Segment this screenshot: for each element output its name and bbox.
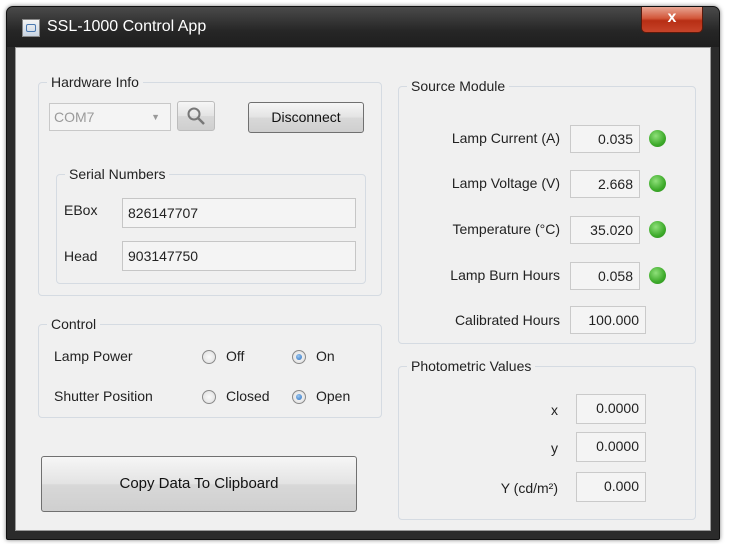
lamp-burn-hours-label: Lamp Burn Hours (450, 267, 560, 283)
chromaticity-y-label: y (551, 440, 558, 456)
control-legend: Control (47, 316, 101, 332)
temperature-status-indicator (649, 221, 666, 238)
shutter-closed-radio[interactable] (202, 390, 216, 404)
head-serial-field[interactable]: 903147750 (122, 241, 356, 271)
lamp-burn-hours-status-indicator (649, 267, 666, 284)
hardware-info-legend: Hardware Info (47, 74, 143, 90)
port-value: COM7 (54, 109, 95, 125)
search-icon (187, 107, 205, 125)
luminance-value: 0.000 (576, 472, 646, 502)
temperature-label: Temperature (°C) (452, 221, 560, 237)
lamp-current-value: 0.035 (570, 125, 640, 153)
title-bar[interactable]: SSL-1000 Control App x (7, 7, 719, 47)
ebox-serial-field[interactable]: 826147707 (122, 198, 356, 228)
lamp-on-label: On (316, 348, 335, 364)
temperature-value: 35.020 (570, 216, 640, 244)
port-select[interactable]: COM7 ▼ (49, 103, 171, 131)
lamp-burn-hours-value: 0.058 (570, 262, 640, 290)
shutter-open-label: Open (316, 388, 351, 404)
chevron-down-icon: ▼ (151, 112, 160, 122)
window-title: SSL-1000 Control App (47, 18, 207, 35)
lamp-voltage-value: 2.668 (570, 170, 640, 198)
lamp-current-label: Lamp Current (A) (451, 130, 560, 146)
lamp-off-label: Off (226, 348, 245, 364)
photometric-values-legend: Photometric Values (407, 358, 536, 374)
disconnect-button[interactable]: Disconnect (248, 102, 364, 133)
app-icon (22, 19, 40, 37)
lamp-voltage-status-indicator (649, 175, 666, 192)
head-label: Head (64, 248, 98, 264)
shutter-open-radio[interactable] (292, 390, 306, 404)
client-area: Hardware Info COM7 ▼ Disconnect Serial N… (15, 47, 711, 531)
chromaticity-x-value: 0.0000 (576, 394, 646, 424)
luminance-label: Y (cd/m²) (500, 480, 558, 496)
close-button[interactable]: x (641, 7, 703, 33)
ebox-label: EBox (64, 202, 98, 218)
lamp-current-status-indicator (649, 130, 666, 147)
lamp-on-radio[interactable] (292, 350, 306, 364)
app-window: SSL-1000 Control App x Hardware Info COM… (6, 6, 720, 540)
lamp-off-radio[interactable] (202, 350, 216, 364)
copy-to-clipboard-button[interactable]: Copy Data To Clipboard (41, 456, 357, 512)
calibrated-hours-label: Calibrated Hours (454, 312, 560, 328)
shutter-position-label: Shutter Position (54, 388, 153, 404)
chromaticity-x-label: x (551, 402, 558, 418)
calibrated-hours-value: 100.000 (570, 306, 646, 334)
chromaticity-y-value: 0.0000 (576, 432, 646, 462)
shutter-closed-label: Closed (226, 388, 270, 404)
search-port-button[interactable] (177, 101, 215, 131)
lamp-voltage-label: Lamp Voltage (V) (451, 175, 560, 191)
source-module-legend: Source Module (407, 78, 510, 94)
source-module-group: Source Module (398, 78, 696, 344)
lamp-power-label: Lamp Power (54, 348, 133, 364)
serial-numbers-legend: Serial Numbers (65, 166, 170, 182)
